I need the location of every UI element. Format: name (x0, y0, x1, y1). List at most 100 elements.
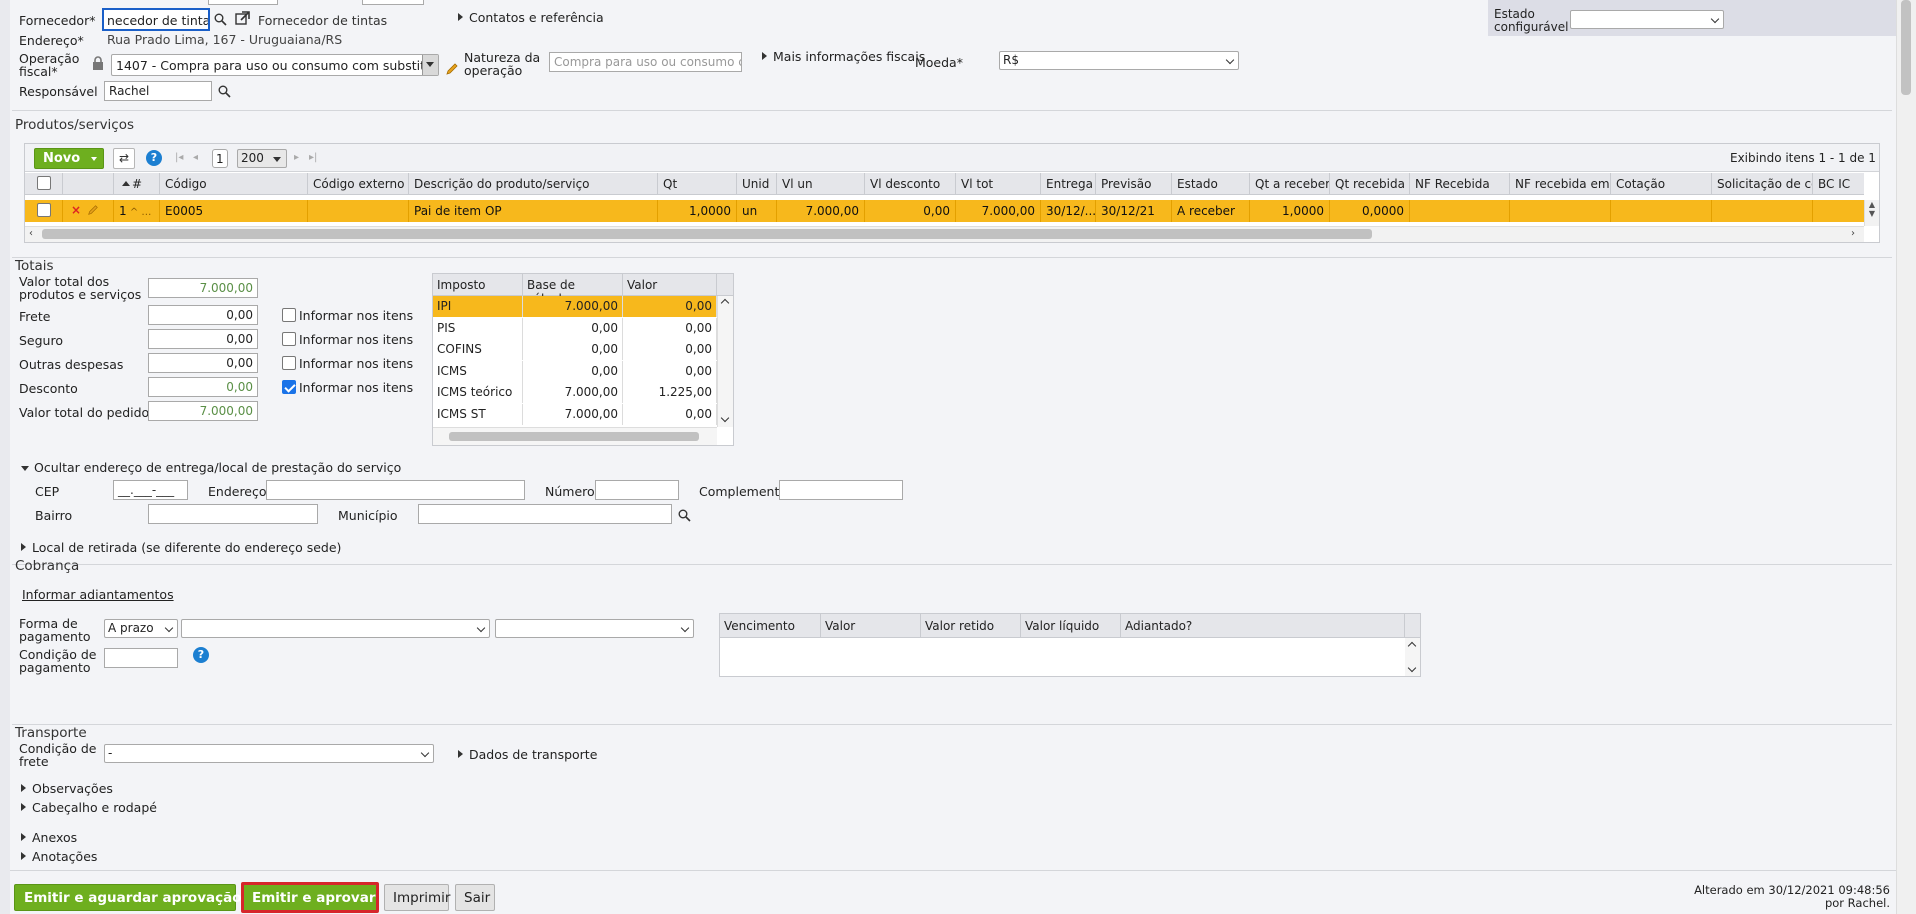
page-size-select[interactable]: 200 (237, 149, 287, 168)
table-row[interactable]: × 1 ^ … E0005 Pai de item OP 1,0000 un 7… (25, 200, 1864, 222)
impostos-row[interactable]: ICMS teórico 7.000,00 1.225,00 (433, 382, 717, 404)
seguro-informar-checkbox[interactable] (282, 332, 296, 346)
scroll-up-icon[interactable] (1407, 641, 1417, 651)
header-codigo[interactable]: Código (160, 173, 308, 195)
dados-transporte-toggle[interactable]: Dados de transporte (458, 748, 597, 761)
impostos-row[interactable]: IPI 7.000,00 0,00 (433, 296, 717, 317)
refresh-button[interactable]: ⇄ (113, 148, 135, 169)
header-valor-liquido[interactable]: Valor líquido (1021, 614, 1121, 637)
condicao-frete-select[interactable]: - (104, 744, 434, 763)
scroll-down-icon[interactable] (1407, 663, 1417, 673)
observacoes-toggle[interactable]: Observações (21, 782, 113, 795)
scroll-right-icon[interactable]: › (1851, 228, 1855, 239)
impostos-row[interactable]: ICMS 0,00 0,00 (433, 360, 717, 382)
estado-select[interactable] (1570, 10, 1724, 29)
row-checkbox[interactable] (37, 203, 51, 217)
header-unid[interactable]: Unid (737, 173, 777, 195)
help-icon[interactable]: ? (146, 150, 162, 166)
search-icon[interactable] (214, 13, 227, 26)
anotacoes-toggle[interactable]: Anotações (21, 850, 97, 863)
header-nf-recebida[interactable]: NF Recebida (1410, 173, 1510, 195)
impostos-row[interactable]: COFINS 0,00 0,00 (433, 339, 717, 361)
header-num[interactable]: # (114, 173, 160, 195)
help-icon[interactable]: ? (193, 647, 209, 663)
scroll-down-icon[interactable] (720, 413, 730, 423)
header-valor[interactable]: Valor (821, 614, 921, 637)
condicao-input[interactable] (104, 648, 178, 668)
page-input[interactable]: 1 (212, 149, 228, 168)
header-valor[interactable]: Valor (623, 274, 717, 296)
header-solicitacao[interactable]: Solicitação de co (1712, 173, 1813, 195)
numero-input[interactable] (595, 480, 679, 500)
emitir-aguardar-button[interactable]: Emitir e aguardar aprovação (14, 884, 242, 911)
pencil-icon[interactable] (445, 62, 459, 76)
entrega-toggle[interactable]: Ocultar endereço de entrega/local de pre… (21, 461, 401, 474)
seguro-input[interactable]: 0,00 (148, 329, 258, 349)
right-scrollbar[interactable] (1896, 0, 1916, 914)
impostos-hscroll-thumb[interactable] (449, 432, 699, 441)
impostos-hscroll[interactable] (433, 427, 717, 445)
moeda-select[interactable]: R$ (999, 51, 1239, 70)
emitir-aprovar-button[interactable]: Emitir e aprovar (241, 882, 379, 913)
expand-icon[interactable]: ^ … (127, 207, 152, 218)
header-entrega[interactable]: Entrega (1041, 173, 1096, 195)
header-previsao[interactable]: Previsão (1096, 173, 1172, 195)
header-qt-receber[interactable]: Qt a receber (1250, 173, 1330, 195)
scroll-left-icon[interactable]: ‹ (29, 228, 33, 239)
header-descricao[interactable]: Descrição do produto/serviço (409, 173, 658, 195)
header-valor-retido[interactable]: Valor retido (921, 614, 1021, 637)
outras-input[interactable]: 0,00 (148, 353, 258, 373)
vencimentos-vscroll[interactable] (1405, 638, 1420, 676)
outras-informar-checkbox[interactable] (282, 356, 296, 370)
cep-input[interactable]: __.___-___ (113, 480, 188, 500)
scroll-up-icon[interactable] (720, 298, 730, 308)
header-vencimento[interactable]: Vencimento (720, 614, 821, 637)
header-cotacao[interactable]: Cotação (1611, 173, 1712, 195)
responsavel-input[interactable]: Rachel (104, 81, 212, 101)
search-icon[interactable] (218, 85, 231, 98)
mais-info-toggle[interactable]: Mais informações fiscais (762, 50, 925, 63)
desconto-input[interactable]: 0,00 (148, 377, 258, 397)
impostos-vscroll[interactable] (717, 296, 733, 427)
next-page-icon[interactable]: ▸ (294, 152, 299, 163)
fornecedor-input[interactable]: necedor de tintas (102, 8, 210, 31)
anexos-toggle[interactable]: Anexos (21, 831, 77, 844)
adiantamentos-link[interactable]: Informar adiantamentos (22, 588, 174, 601)
header-qt[interactable]: Qt (658, 173, 737, 195)
header-adiantado[interactable]: Adiantado? (1121, 614, 1405, 637)
cabecalho-toggle[interactable]: Cabeçalho e rodapé (21, 801, 157, 814)
header-select-all[interactable] (25, 173, 63, 195)
imprimir-button[interactable]: Imprimir (384, 884, 450, 911)
frete-informar-checkbox[interactable] (282, 308, 296, 322)
contatos-toggle[interactable]: Contatos e referência (458, 11, 604, 24)
last-page-icon[interactable]: ▸| (309, 152, 317, 163)
novo-button[interactable]: Novo (34, 148, 104, 169)
impostos-row[interactable]: PIS 0,00 0,00 (433, 317, 717, 339)
forma-detalhe-select[interactable] (181, 619, 490, 638)
bairro-input[interactable] (148, 504, 318, 524)
first-page-icon[interactable]: |◂ (175, 152, 183, 163)
right-scrollbar-thumb[interactable] (1901, 0, 1911, 95)
header-bc-ic[interactable]: BC IC (1813, 173, 1864, 195)
endereco-entrega-input[interactable] (266, 480, 525, 500)
fornecedor-link[interactable]: Fornecedor de tintas (258, 14, 387, 27)
header-nf-recebida-emi[interactable]: NF recebida emi (1510, 173, 1611, 195)
operacao-select[interactable]: 1407 - Compra para uso ou consumo com su… (111, 54, 439, 76)
grid-vscroll[interactable]: ▲ ▼ (1864, 200, 1879, 226)
external-link-icon[interactable] (235, 11, 250, 26)
natureza-input[interactable]: Compra para uso ou consumo com (549, 52, 742, 72)
delete-icon[interactable]: × (71, 203, 81, 217)
header-vl-un[interactable]: Vl un (777, 173, 865, 195)
forma-conta-select[interactable] (495, 619, 694, 638)
retirada-toggle[interactable]: Local de retirada (se diferente do ender… (21, 541, 341, 554)
search-icon[interactable] (678, 509, 691, 522)
municipio-input[interactable] (418, 504, 672, 524)
header-base[interactable]: Base de cálculo (523, 274, 623, 306)
header-vl-desconto[interactable]: Vl desconto (865, 173, 956, 195)
select-all-checkbox[interactable] (37, 176, 51, 190)
impostos-row[interactable]: ICMS ST 7.000,00 0,00 (433, 404, 717, 425)
sair-button[interactable]: Sair (455, 884, 495, 911)
forma-select[interactable]: A prazo (104, 619, 178, 638)
pencil-icon[interactable] (87, 204, 99, 216)
complemento-input[interactable] (779, 480, 903, 500)
